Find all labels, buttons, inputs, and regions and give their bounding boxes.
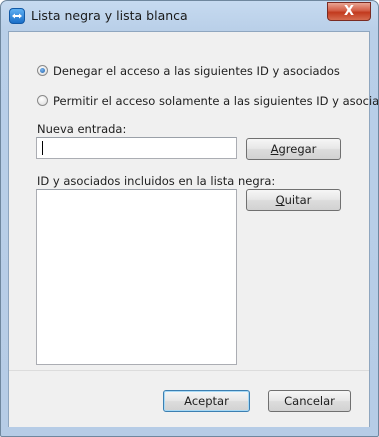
remove-button-accel: Q <box>275 193 285 207</box>
cancel-button[interactable]: Cancelar <box>268 390 351 412</box>
dialog-window: Lista negra y lista blanca X Denegar el … <box>0 0 379 437</box>
title-bar[interactable]: Lista negra y lista blanca X <box>1 1 378 31</box>
accept-button[interactable]: Aceptar <box>163 390 250 412</box>
new-entry-input[interactable] <box>36 137 237 159</box>
radio-deny[interactable] <box>37 65 48 76</box>
window-title: Lista negra y lista blanca <box>31 8 188 23</box>
dialog-body: Denegar el acceso a las siguientes ID y … <box>8 31 378 427</box>
remove-button[interactable]: Quitar <box>246 189 341 211</box>
dialog-footer: Aceptar Cancelar <box>9 370 369 427</box>
add-button[interactable]: Agregar <box>246 138 341 160</box>
new-entry-label: Nueva entrada: <box>37 122 127 136</box>
close-button[interactable]: X <box>327 2 371 21</box>
close-icon: X <box>343 4 355 19</box>
radio-allow-label[interactable]: Permitir el acceso solamente a las sigui… <box>53 94 378 108</box>
text-caret <box>42 141 43 155</box>
radio-deny-label[interactable]: Denegar el acceso a las siguientes ID y … <box>53 64 340 78</box>
list-label: ID y asociados incluidos en la lista neg… <box>37 174 276 188</box>
blacklist-listbox[interactable] <box>36 189 237 365</box>
teamviewer-icon <box>9 8 25 24</box>
add-button-label: gregar <box>278 142 317 156</box>
remove-button-label: uitar <box>284 193 312 207</box>
radio-allow[interactable] <box>37 95 48 106</box>
